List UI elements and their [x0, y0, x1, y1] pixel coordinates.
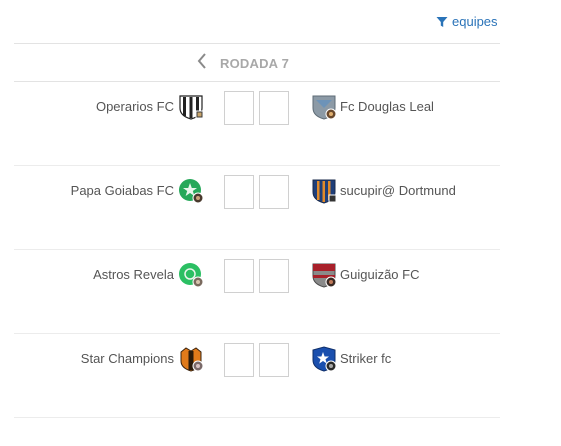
green-star-round-crest-icon	[178, 178, 204, 204]
blue-orange-striped-crest-icon	[311, 178, 337, 204]
home-team-name: Star Champions	[80, 351, 174, 366]
match-row: Astros Revela Guiguizão FC	[0, 250, 561, 334]
orange-black-crest-icon	[178, 346, 204, 372]
blue-star-shield-crest-icon	[311, 346, 337, 372]
away-team-name: Striker fc	[340, 351, 392, 366]
round-label: RODADA 7	[220, 56, 290, 71]
chevron-left-icon[interactable]	[196, 52, 208, 75]
round-fixtures-page: equipes RODADA 7 Operarios FC Fc Douglas…	[0, 0, 561, 446]
teams-filter-button[interactable]: equipes	[436, 14, 498, 29]
home-team-name: Operarios FC	[95, 99, 174, 114]
header-divider	[14, 43, 500, 44]
match-row: Papa Goiabas FC sucupir@ Dortmund	[0, 166, 561, 250]
match-row: Operarios FC Fc Douglas Leal	[0, 82, 561, 166]
funnel-icon	[436, 16, 448, 28]
home-score-input[interactable]	[224, 343, 254, 377]
green-round-crest-icon	[178, 262, 204, 288]
away-team-name: Guiguizão FC	[340, 267, 420, 282]
home-score-input[interactable]	[224, 175, 254, 209]
gray-shield-crest-icon	[311, 94, 337, 120]
striped-shield-crest-icon	[178, 94, 204, 120]
red-gray-shield-crest-icon	[311, 262, 337, 288]
away-score-input[interactable]	[259, 175, 289, 209]
teams-filter-label: equipes	[452, 14, 498, 29]
away-score-input[interactable]	[259, 259, 289, 293]
home-team-name: Papa Goiabas FC	[70, 183, 174, 198]
home-score-input[interactable]	[224, 91, 254, 125]
match-row: Star Champions Striker fc	[0, 334, 561, 418]
away-score-input[interactable]	[259, 91, 289, 125]
away-team-name: Fc Douglas Leal	[340, 99, 434, 114]
home-team-name: Astros Revela	[93, 267, 174, 282]
away-team-name: sucupir@ Dortmund	[340, 183, 456, 198]
away-score-input[interactable]	[259, 343, 289, 377]
match-divider	[14, 417, 500, 418]
round-navigation: RODADA 7	[196, 52, 289, 75]
home-score-input[interactable]	[224, 259, 254, 293]
